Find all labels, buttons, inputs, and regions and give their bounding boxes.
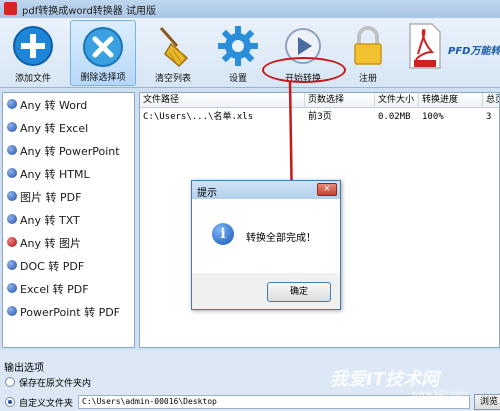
- sidebar-item-any-to-excel[interactable]: Any 转 Excel: [3, 116, 134, 139]
- bullet-icon: [7, 237, 17, 247]
- dialog-message: 转换全部完成！: [246, 233, 316, 244]
- save-same-folder-radio[interactable]: [5, 377, 15, 387]
- dialog-title-bar: 提示 ×: [192, 181, 340, 199]
- settings-button[interactable]: 设置: [205, 20, 271, 86]
- sidebar-item-doc-to-pdf[interactable]: DOC 转 PDF: [3, 254, 134, 277]
- watermark-text: 我爱IT技术网: [330, 369, 439, 390]
- sidebar-item-image-to-pdf[interactable]: 图片 转 PDF: [3, 185, 134, 208]
- output-options-label: 输出选项: [4, 363, 44, 374]
- dialog-body: i 转换全部完成！: [192, 199, 340, 273]
- add-file-button[interactable]: 添加文件: [0, 20, 66, 86]
- cell-pages: 前3页: [308, 112, 332, 122]
- ok-button[interactable]: 确定: [267, 282, 331, 302]
- watermark-url: www.52ij.com: [412, 389, 468, 398]
- sidebar-item-any-to-image[interactable]: Any 转 图片: [3, 231, 134, 254]
- annotation-oval: [262, 57, 346, 83]
- window-title: pdf转换成word转换器 试用版: [22, 6, 156, 17]
- bullet-icon: [7, 168, 17, 178]
- toolbar: 添加文件 删除选择项 清空列表 设置 开始转换 注册 PFD万能转: [0, 18, 500, 88]
- promo-text: PFD万能转: [448, 46, 500, 57]
- dialog-close-button[interactable]: ×: [317, 183, 337, 196]
- column-header-total[interactable]: 总页: [483, 93, 499, 108]
- bullet-icon: [7, 145, 17, 155]
- sidebar-item-excel-to-pdf[interactable]: Excel 转 PDF: [3, 277, 134, 300]
- gear-icon: [218, 26, 258, 66]
- lock-icon: [354, 26, 382, 65]
- bullet-icon: [7, 191, 17, 201]
- cell-progress: 100%: [422, 112, 444, 122]
- pdf-file-icon: [409, 23, 441, 69]
- delete-item-button[interactable]: 删除选择项: [70, 20, 136, 86]
- bullet-icon: [7, 122, 17, 132]
- sidebar-item-any-to-powerpoint[interactable]: Any 转 PowerPoint: [3, 139, 134, 162]
- column-header-size[interactable]: 文件大小: [375, 93, 419, 108]
- sidebar-item-any-to-word[interactable]: Any 转 Word: [3, 93, 134, 116]
- broom-icon: [159, 27, 189, 68]
- promo-pdf-button[interactable]: PFD万能转: [402, 20, 500, 86]
- bullet-icon: [7, 99, 17, 109]
- custom-folder-label: 自定义文件夹: [19, 399, 74, 409]
- sidebar-item-any-to-html[interactable]: Any 转 HTML: [3, 162, 134, 185]
- column-header-path[interactable]: 文件路径: [140, 93, 305, 108]
- app-pdf-icon: [4, 2, 17, 15]
- bullet-icon: [7, 214, 17, 224]
- x-icon: [83, 27, 123, 67]
- title-bar: pdf转换成word转换器 试用版: [0, 0, 500, 18]
- bullet-icon: [7, 283, 17, 293]
- browse-button[interactable]: 浏览: [474, 394, 500, 410]
- conversion-type-list: Any 转 Word Any 转 Excel Any 转 PowerPoint …: [2, 92, 135, 348]
- save-same-folder-label: 保存在原文件夹内: [19, 379, 92, 389]
- custom-folder-radio[interactable]: [5, 397, 15, 407]
- column-header-pages[interactable]: 页数选择: [305, 93, 375, 108]
- cell-size: 0.02MB: [378, 112, 411, 122]
- info-icon: i: [212, 223, 234, 245]
- column-header-progress[interactable]: 转换进度: [419, 93, 483, 108]
- sidebar-item-any-to-txt[interactable]: Any 转 TXT: [3, 208, 134, 231]
- cell-path: C:\Users\...\名单.xls: [143, 112, 254, 122]
- bullet-icon: [7, 306, 17, 316]
- register-button[interactable]: 注册: [335, 20, 401, 86]
- completion-dialog: 提示 × i 转换全部完成！ 确定: [191, 180, 341, 310]
- plus-icon: [13, 26, 53, 66]
- bullet-icon: [7, 260, 17, 270]
- dialog-title: 提示: [197, 188, 217, 199]
- clear-list-button[interactable]: 清空列表: [140, 20, 206, 86]
- sidebar-item-powerpoint-to-pdf[interactable]: PowerPoint 转 PDF: [3, 300, 134, 323]
- cell-total: 3: [486, 112, 492, 122]
